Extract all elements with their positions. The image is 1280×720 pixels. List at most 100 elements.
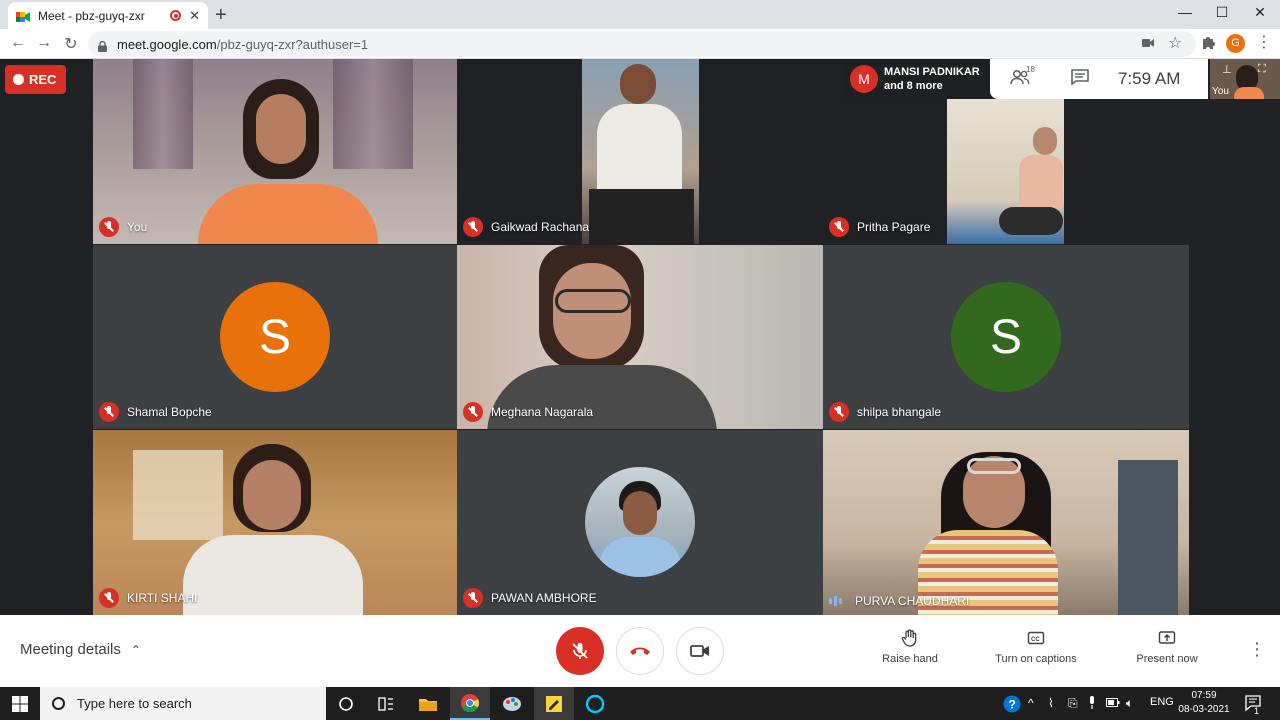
task-view-icon[interactable] bbox=[366, 687, 406, 720]
cortana-icon[interactable] bbox=[326, 687, 366, 720]
new-tab-button[interactable]: + bbox=[215, 4, 227, 27]
meeting-details-label: Meeting details bbox=[20, 641, 121, 658]
pin-icon[interactable]: ⊥ bbox=[1222, 63, 1232, 76]
microphone-icon[interactable] bbox=[1088, 696, 1096, 712]
chat-icon bbox=[1071, 68, 1089, 86]
camera-toggle-button[interactable] bbox=[676, 627, 724, 675]
lock-icon bbox=[98, 39, 107, 52]
extensions-icon[interactable] bbox=[1201, 35, 1215, 52]
participant-tile-meghana-nagarala[interactable]: Meghana Nagarala bbox=[457, 245, 823, 429]
file-explorer-icon[interactable] bbox=[408, 687, 448, 720]
notifications-icon[interactable] bbox=[1244, 694, 1262, 715]
mic-off-icon bbox=[99, 402, 119, 422]
chrome-icon[interactable] bbox=[450, 687, 490, 720]
browser-tab-strip: Meet - pbz-guyq-zxr ✕ + — ☐ ✕ bbox=[0, 0, 1280, 29]
hand-icon bbox=[901, 629, 917, 647]
paint-icon[interactable] bbox=[492, 687, 532, 720]
meet-logo-icon bbox=[16, 10, 30, 22]
participant-name-tag: shilpa bhangale bbox=[829, 402, 941, 422]
participant-avatar: S bbox=[951, 282, 1061, 392]
mic-off-icon bbox=[829, 217, 849, 237]
captions-label: Turn on captions bbox=[995, 653, 1077, 665]
chat-button[interactable] bbox=[1050, 68, 1110, 90]
participant-tile-gaikwad-rachana[interactable]: Gaikwad Rachana bbox=[457, 59, 823, 244]
curtain-right bbox=[333, 59, 413, 169]
people-count: 18 bbox=[1026, 64, 1035, 74]
participant-name: Pritha Pagare bbox=[857, 220, 931, 234]
person-face bbox=[623, 491, 657, 535]
url-host: meet.google.com bbox=[117, 36, 217, 52]
search-icon bbox=[52, 697, 65, 710]
recording-badge: REC bbox=[5, 65, 66, 94]
person-face bbox=[1033, 127, 1057, 155]
network-icon[interactable]: ⌇ bbox=[1048, 696, 1054, 710]
person-shirt bbox=[198, 184, 378, 244]
leave-call-button[interactable] bbox=[616, 627, 664, 675]
self-view-thumbnail[interactable]: ⊥ ⛶ You bbox=[1210, 59, 1280, 99]
clock-time: 07:59 bbox=[1191, 690, 1217, 701]
browser-menu-icon[interactable]: ⋮ bbox=[1256, 32, 1272, 52]
sticky-notes-icon[interactable] bbox=[534, 687, 574, 720]
window-close-button[interactable]: ✕ bbox=[1237, 4, 1280, 21]
avatar-initial: S bbox=[989, 310, 1022, 364]
more-options-icon[interactable]: ⋮ bbox=[1248, 639, 1266, 660]
speaker-name: MANSI PADNIKAR bbox=[884, 66, 980, 78]
person-shirt bbox=[599, 537, 681, 577]
participant-name: KIRTI SHAHI bbox=[127, 591, 198, 605]
alexa-icon[interactable] bbox=[575, 687, 615, 720]
hang-up-icon bbox=[630, 647, 650, 655]
tray-app-icon[interactable]: ⎘ bbox=[1068, 696, 1078, 711]
person-face bbox=[620, 64, 656, 104]
mic-toggle-button[interactable] bbox=[556, 627, 604, 675]
raise-hand-button[interactable]: Raise hand bbox=[876, 629, 944, 665]
glasses-icon bbox=[555, 289, 631, 313]
participant-name-tag: PAWAN AMBHORE bbox=[463, 588, 597, 608]
tab-close-icon[interactable]: ✕ bbox=[189, 8, 200, 24]
window-door bbox=[1118, 460, 1178, 615]
meet-bottom-bar: Meeting details ⌃ Raise hand CC Turn on … bbox=[0, 615, 1280, 687]
help-icon[interactable]: ? bbox=[1003, 695, 1021, 716]
participant-name: PAWAN AMBHORE bbox=[491, 591, 597, 605]
address-bar[interactable]: meet.google.com/pbz-guyq-zxr?authuser=1 bbox=[88, 31, 1196, 57]
volume-icon[interactable]: 🔈︎ bbox=[1126, 696, 1133, 711]
mic-off-icon bbox=[99, 588, 119, 608]
captions-button[interactable]: CC Turn on captions bbox=[990, 629, 1082, 665]
person-shirt bbox=[183, 535, 363, 615]
reload-icon[interactable]: ↻ bbox=[61, 34, 81, 54]
language-indicator[interactable]: ENG bbox=[1150, 696, 1174, 708]
browser-tab-meet[interactable]: Meet - pbz-guyq-zxr ✕ bbox=[8, 2, 208, 29]
meet-stage: REC You Gaikwad Rachana Pritha Pagare S … bbox=[0, 59, 1280, 615]
present-now-button[interactable]: Present now bbox=[1132, 629, 1202, 665]
active-speakers-pill[interactable]: M MANSI PADNIKAR and 8 more bbox=[844, 59, 990, 99]
bookmark-star-icon[interactable]: ☆ bbox=[1168, 33, 1182, 53]
person-shirt bbox=[1234, 87, 1264, 99]
search-placeholder: Type here to search bbox=[77, 696, 192, 711]
fullscreen-icon[interactable]: ⛶ bbox=[1258, 63, 1266, 76]
participant-name: Gaikwad Rachana bbox=[491, 220, 590, 234]
present-now-label: Present now bbox=[1136, 653, 1198, 665]
participant-tile-shilpa-bhangale[interactable]: S shilpa bhangale bbox=[823, 245, 1189, 429]
participant-tile-pawan-ambhore[interactable]: PAWAN AMBHORE bbox=[457, 430, 823, 615]
clock-date: 08-03-2021 bbox=[1178, 704, 1230, 715]
people-button[interactable]: 18 bbox=[990, 65, 1050, 90]
camera-in-use-icon[interactable] bbox=[1142, 35, 1154, 51]
mic-speaking-icon bbox=[829, 594, 847, 608]
video-camera-icon bbox=[690, 645, 709, 657]
battery-icon[interactable] bbox=[1106, 696, 1120, 710]
back-arrow-icon[interactable]: ← bbox=[8, 34, 28, 52]
start-button[interactable] bbox=[0, 687, 40, 720]
chevron-up-icon[interactable]: ^ bbox=[1028, 696, 1034, 710]
taskbar-search-box[interactable]: Type here to search bbox=[40, 687, 326, 720]
forward-arrow-icon[interactable]: → bbox=[34, 34, 54, 52]
profile-avatar[interactable]: G bbox=[1226, 34, 1245, 53]
url-path: /pbz-guyq-zxr?authuser=1 bbox=[216, 36, 369, 52]
participant-tile-you[interactable]: You bbox=[93, 59, 457, 244]
browser-toolbar: ← → ↻ meet.google.com/pbz-guyq-zxr?authu… bbox=[0, 29, 1280, 59]
system-clock[interactable]: 07:59 08-03-2021 bbox=[1174, 689, 1234, 717]
participant-tile-kirti-shahi[interactable]: KIRTI SHAHI bbox=[93, 430, 457, 615]
avatar-initial: S bbox=[258, 310, 291, 364]
meeting-details-button[interactable]: Meeting details ⌃ bbox=[20, 641, 141, 658]
participant-tile-purva-chaudhari[interactable]: PURVA CHAUDHARI bbox=[823, 430, 1189, 615]
participant-tile-shamal-bopche[interactable]: S Shamal Bopche bbox=[93, 245, 457, 429]
person-face bbox=[256, 94, 306, 164]
